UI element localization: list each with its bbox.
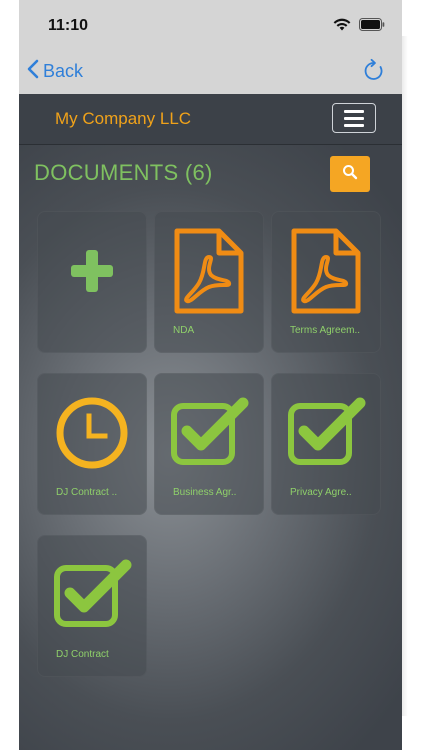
checkbox-checked-icon	[154, 387, 264, 479]
document-label: Terms Agreem..	[290, 325, 361, 336]
hamburger-icon-bar	[344, 109, 364, 113]
battery-icon	[359, 18, 385, 36]
document-label: DJ Contract	[56, 649, 109, 660]
search-button[interactable]	[330, 156, 370, 192]
pdf-icon	[271, 225, 381, 317]
hamburger-icon-bar	[344, 116, 364, 120]
pdf-icon	[154, 225, 264, 317]
plus-icon	[37, 225, 147, 317]
page-edge-shadow	[402, 36, 408, 716]
nav-bar: Back	[19, 50, 402, 94]
wifi-icon	[333, 18, 351, 36]
document-tile-nda[interactable]: NDA	[154, 211, 264, 353]
app-content: My Company LLC DOCUMENTS (6) NDA Terms A…	[19, 94, 402, 750]
back-label: Back	[43, 61, 84, 81]
document-label: Privacy Agre..	[290, 487, 352, 498]
clock-icon	[37, 387, 147, 479]
checkbox-checked-icon	[37, 549, 147, 641]
refresh-icon	[362, 58, 386, 88]
document-tile-terms[interactable]: Terms Agreem..	[271, 211, 381, 353]
document-tile-dj-contract[interactable]: DJ Contract	[37, 535, 147, 677]
status-time: 11:10	[48, 17, 89, 34]
phone-screen: 11:10 Back My Company LLC DOCUMENTS (6) …	[19, 0, 402, 750]
document-tile-dj-contract-pending[interactable]: DJ Contract ..	[37, 373, 147, 515]
document-tile-business[interactable]: Business Agr..	[154, 373, 264, 515]
status-icons	[333, 18, 385, 36]
search-icon	[342, 164, 358, 185]
documents-title: DOCUMENTS (6)	[34, 160, 213, 185]
checkbox-checked-icon	[271, 387, 381, 479]
chevron-left-icon	[27, 59, 39, 84]
add-document-tile[interactable]	[37, 211, 147, 353]
refresh-button[interactable]	[362, 58, 386, 89]
menu-button[interactable]	[332, 103, 376, 133]
back-button[interactable]: Back	[27, 59, 83, 84]
app-header: My Company LLC	[19, 94, 402, 145]
document-label: Business Agr..	[173, 487, 237, 498]
document-tile-privacy[interactable]: Privacy Agre..	[271, 373, 381, 515]
document-label: NDA	[173, 325, 195, 336]
status-bar: 11:10	[19, 0, 402, 50]
hamburger-icon-bar	[344, 123, 364, 127]
company-name: My Company LLC	[55, 109, 192, 128]
document-label: DJ Contract ..	[56, 487, 118, 498]
